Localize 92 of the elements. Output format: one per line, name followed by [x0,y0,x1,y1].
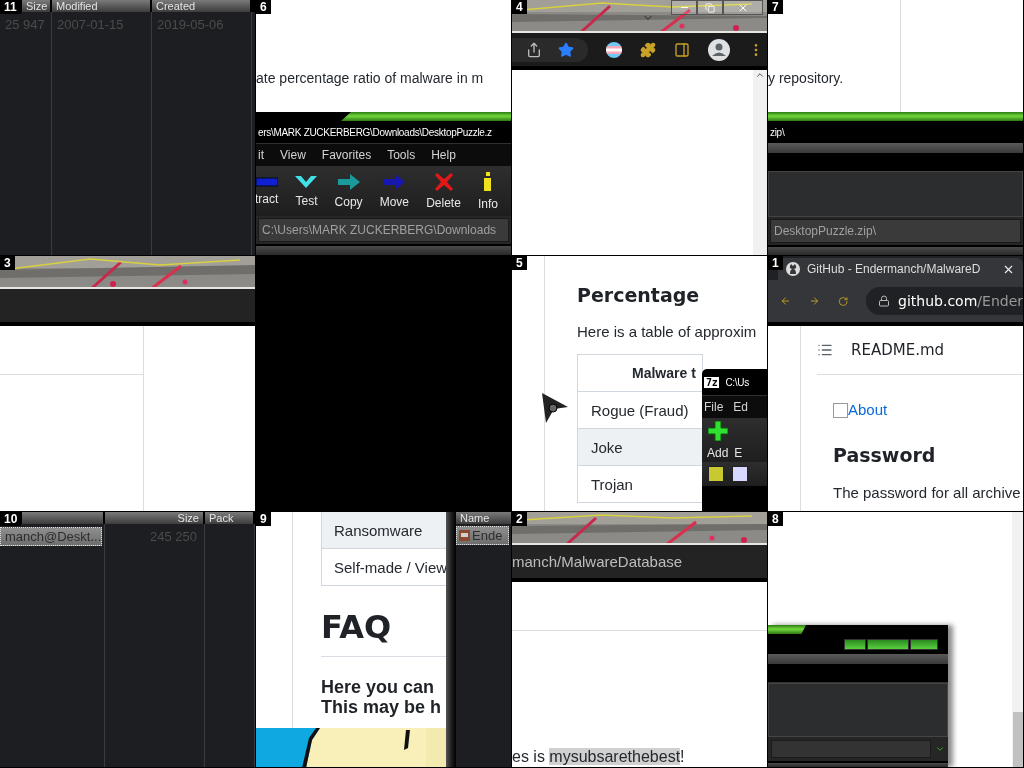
column-header[interactable]: Size [105,512,203,524]
column-header[interactable] [22,512,103,524]
chevron-down-icon [295,174,318,189]
tab-title: GitHub - Endermanch/MalwareD [807,262,982,276]
url-text: manch/MalwareDatabase [512,553,683,570]
minimize-button[interactable] [671,0,697,15]
logo-icon [786,262,800,276]
tile-number: 1 [768,256,783,270]
file-icon [459,530,470,541]
path-field[interactable] [771,740,931,758]
tile-number: 11 [0,0,21,14]
body-text: y repository. [768,70,845,86]
restore-button[interactable] [697,0,723,15]
app-logo: 7z [704,376,720,388]
lock-icon [878,295,891,307]
maximize-button[interactable] [867,638,909,650]
about-link[interactable]: About [848,401,888,418]
restore-icon [705,2,715,13]
toolbar-button[interactable]: Add [704,420,732,460]
cross-icon [434,172,453,191]
menu-item[interactable]: it [258,148,264,162]
avatar-icon[interactable] [708,38,730,61]
arrow-right-icon [383,173,406,190]
password-sentence: es is mysubsarethebest! [512,747,686,767]
window-title: zip\ [770,126,785,138]
table-cell: Ransomware [322,512,446,549]
cursor-icon [542,393,568,423]
menu-item[interactable]: Help [431,148,456,162]
close-button[interactable] [910,638,938,650]
scrollbar[interactable] [753,70,767,255]
tile-number: 7 [768,0,783,14]
list-icon[interactable] [817,342,833,358]
column-header[interactable]: Created [152,0,250,12]
menu-item[interactable]: View [280,148,306,162]
url-text: github.com/Ender [898,293,1023,309]
scroll-thumb[interactable] [1012,712,1023,767]
plus-icon [707,421,728,441]
body-text: ate percentage ratio of malware in m [256,70,485,86]
arrow-right-icon [337,173,360,190]
window-title: C:\Us [725,376,749,388]
toolbar-button[interactable]: Delete [423,172,464,210]
path-field[interactable]: C:\Users\MARK ZUCKERBERG\Downloads [258,218,509,242]
section-heading: Password [833,444,937,466]
toolbar-button[interactable]: Test [292,174,321,208]
column-header[interactable]: Name [456,512,511,524]
body-text: Here is a table of approxim [577,323,758,340]
tile-number: 3 [0,256,15,270]
side-panel-icon[interactable] [674,41,690,58]
body-text: This may be h [321,697,443,717]
section-heading: FAQ [321,608,393,646]
menu-item[interactable]: File [704,400,724,414]
tile-number: 9 [256,512,271,526]
tile-number: 8 [768,512,783,526]
tile-number: 5 [512,256,527,270]
dropdown-icon[interactable] [935,744,945,754]
toolbar-button[interactable]: Info [474,171,501,211]
toolbar-button[interactable]: tract [256,176,282,206]
window-title: ers\MARK ZUCKERBERG\Downloads\DesktopPuzzle.z [258,126,492,138]
share-icon[interactable] [526,41,542,58]
menu-item[interactable]: Favorites [321,148,372,162]
info-icon [482,171,493,192]
archive-icon[interactable] [732,466,748,482]
tile-number: 6 [256,0,271,14]
table-cell: Joke [578,429,702,466]
tile-number: 10 [0,512,22,526]
body-text: The password for all archive [833,484,1022,501]
body-text: Here you can [321,677,436,697]
image-placeholder-icon [833,403,848,418]
close-button[interactable] [723,0,763,15]
toolbar-button[interactable]: Copy [331,173,366,209]
toolbar-button[interactable]: Move [376,173,413,209]
tile-number: 2 [512,512,527,526]
browser-tab[interactable]: GitHub - Endermanch/MalwareD [778,258,1023,280]
star-icon[interactable] [558,41,574,58]
tile-number: 4 [512,0,527,14]
accent-stripe [768,625,806,634]
menu-item[interactable]: Ed [733,400,749,414]
column-header[interactable]: Pack [205,512,253,524]
section-heading: Percentage [577,284,701,306]
menu-item[interactable]: Tools [387,148,416,162]
file-name: README.md [851,341,945,359]
scroll-up-icon[interactable] [755,70,765,80]
minimize-button[interactable] [844,638,866,650]
column-header[interactable]: Modified [52,0,150,12]
path-field[interactable]: DesktopPuzzle.zip\ [770,219,1021,243]
toolbar-button[interactable]: E [731,420,746,460]
folder-icon[interactable] [708,466,724,482]
column-header[interactable]: Size [22,0,50,12]
scrollbar[interactable] [1012,512,1023,767]
puzzle-icon[interactable] [640,41,656,58]
address-field[interactable]: github.com/Ender [866,287,1023,315]
minus-icon [256,176,278,187]
